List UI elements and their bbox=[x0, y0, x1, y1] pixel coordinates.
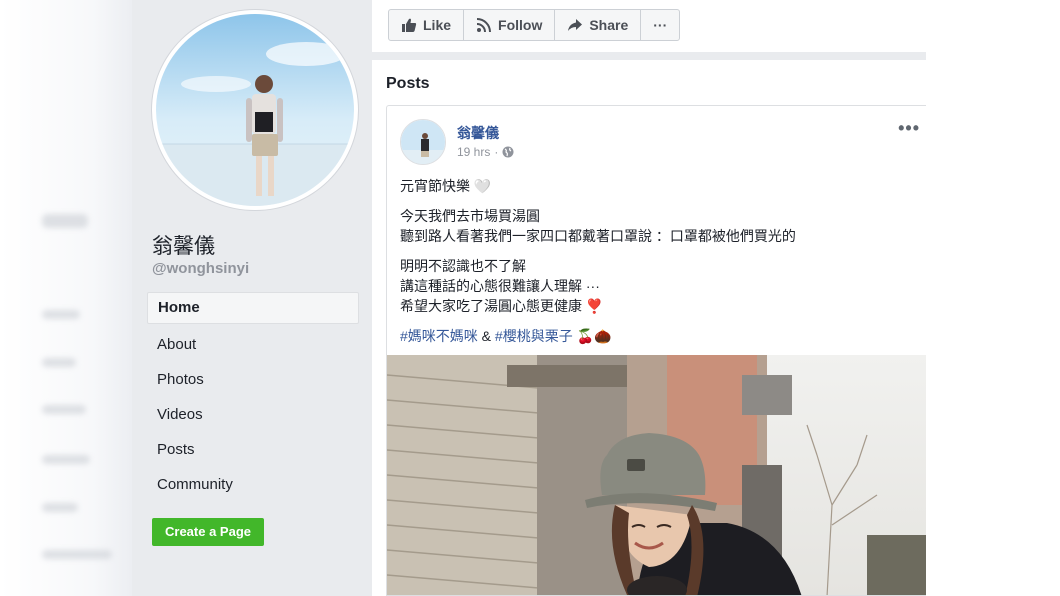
globe-icon[interactable] bbox=[502, 146, 514, 158]
profile-picture[interactable] bbox=[152, 10, 358, 210]
post-timestamp[interactable]: 19 hrs bbox=[457, 145, 490, 159]
post-photo[interactable] bbox=[387, 355, 926, 596]
blurred-text bbox=[42, 214, 88, 228]
rss-follow-icon bbox=[476, 18, 492, 33]
meta-separator: · bbox=[494, 145, 499, 159]
hashtag-link[interactable]: #櫻桃與栗子 bbox=[495, 328, 573, 344]
page-name: 翁馨儀 bbox=[152, 235, 215, 258]
posts-section: Posts 翁馨儀 19 hrs · ••• 元宵節快樂 🤍 今天我們去市場買湯… bbox=[372, 60, 926, 596]
blurred-text bbox=[42, 550, 112, 559]
blurred-text bbox=[42, 503, 78, 512]
post-line: 元宵節快樂 🤍 bbox=[400, 178, 492, 194]
thumbs-up-icon bbox=[402, 18, 417, 32]
blurred-text bbox=[42, 405, 86, 414]
post-card: 翁馨儀 19 hrs · ••• 元宵節快樂 🤍 今天我們去市場買湯圓 聽到路人… bbox=[386, 105, 926, 596]
post-line: 講這種話的心態很難讓人理解 ··· bbox=[400, 278, 600, 294]
like-label: Like bbox=[423, 17, 452, 33]
post-line: 明明不認識也不了解 bbox=[400, 258, 526, 274]
nav-item-posts[interactable]: Posts bbox=[147, 432, 359, 467]
profile-photo-image bbox=[156, 14, 354, 206]
share-label: Share bbox=[589, 17, 629, 33]
main-column: Like Follow Share ··· Posts 翁馨儀 19 hrs ·… bbox=[372, 0, 926, 596]
action-card: Like Follow Share ··· bbox=[372, 0, 926, 52]
share-button[interactable]: Share bbox=[555, 10, 642, 40]
post-line: 聽到路人看著我們一家四口都戴著口罩說 ：口罩都被他們買光的 bbox=[400, 228, 796, 244]
like-button[interactable]: Like bbox=[389, 10, 465, 40]
blurred-text bbox=[42, 358, 76, 367]
page-action-bar: Like Follow Share ··· bbox=[388, 9, 681, 41]
nav-item-videos[interactable]: Videos bbox=[147, 397, 359, 432]
page-handle[interactable]: @wonghsinyi bbox=[152, 260, 249, 277]
follow-label: Follow bbox=[498, 17, 543, 33]
follow-button[interactable]: Follow bbox=[464, 10, 556, 40]
hashtag-separator: & bbox=[477, 328, 495, 344]
post-options-icon[interactable]: ••• bbox=[898, 118, 920, 139]
share-arrow-icon bbox=[568, 19, 583, 31]
create-page-button[interactable]: Create a Page bbox=[152, 518, 264, 546]
post-hashtags: #媽咪不媽咪 & #櫻桃與栗子 🍒🌰 bbox=[400, 326, 900, 346]
nav-item-about[interactable]: About bbox=[147, 327, 359, 362]
page-nav: Home About Photos Videos Posts Community bbox=[147, 292, 359, 502]
nav-item-photos[interactable]: Photos bbox=[147, 362, 359, 397]
more-dots-icon: ··· bbox=[653, 17, 668, 33]
hashtag-emoji: 🍒🌰 bbox=[572, 328, 612, 344]
post-meta: 19 hrs · bbox=[457, 145, 514, 159]
posts-section-title: Posts bbox=[386, 75, 430, 92]
blurred-background-panel bbox=[0, 0, 132, 596]
screenshot-stage: 翁馨儀 @wonghsinyi Home About Photos Videos… bbox=[0, 0, 1060, 596]
post-line: 希望大家吃了湯圓心態更健康 ❣️ bbox=[400, 298, 604, 314]
more-options-button[interactable]: ··· bbox=[641, 10, 679, 40]
nav-item-community[interactable]: Community bbox=[147, 467, 359, 502]
post-line: 今天我們去市場買湯圓 bbox=[400, 208, 540, 224]
avatar-image bbox=[401, 120, 445, 164]
post-text: 元宵節快樂 🤍 今天我們去市場買湯圓 聽到路人看著我們一家四口都戴著口罩說 ：口… bbox=[400, 176, 900, 346]
blurred-text bbox=[42, 310, 80, 319]
nav-item-home[interactable]: Home bbox=[147, 292, 359, 324]
hashtag-link[interactable]: #媽咪不媽咪 bbox=[400, 328, 478, 344]
post-author-avatar[interactable] bbox=[400, 119, 446, 165]
post-author-name[interactable]: 翁馨儀 bbox=[457, 123, 499, 143]
blurred-text bbox=[42, 455, 90, 464]
page-sidebar: 翁馨儀 @wonghsinyi Home About Photos Videos… bbox=[132, 0, 372, 596]
